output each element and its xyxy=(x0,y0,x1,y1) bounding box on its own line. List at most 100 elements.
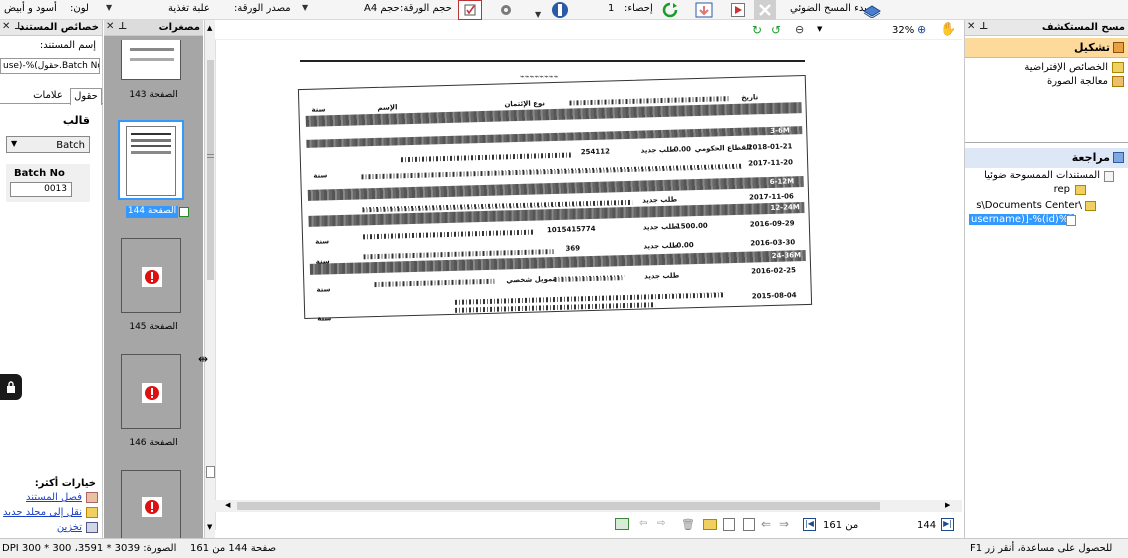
chevron-down-icon[interactable]: ▼ xyxy=(106,3,112,12)
insert-page-icon[interactable] xyxy=(743,518,755,531)
move-left-icon[interactable]: ⇐ xyxy=(761,517,771,531)
horizontal-scrollbar[interactable]: ◀ ▶ xyxy=(215,500,962,512)
tree-item-scanned-docs[interactable]: المستندات الممسوحة ضوئيا xyxy=(984,170,1100,181)
close-icon[interactable] xyxy=(754,0,776,20)
review-section-header[interactable]: مراجعة xyxy=(965,148,1128,168)
page-navigation-bar: ⇦ ⇨ 🗑 ⇐ ⇒ |◀ من 161 144 ▶| xyxy=(215,516,962,536)
first-page-icon[interactable]: |◀ xyxy=(803,518,816,531)
arrow-left-icon[interactable]: ⇦ xyxy=(639,518,647,529)
zoom-in-icon[interactable]: ⊕ xyxy=(917,23,926,36)
chevron-down-icon[interactable]: ▼ xyxy=(302,3,308,12)
thumbnail-label: الصفحة 143 xyxy=(129,90,178,100)
lock-icon[interactable] xyxy=(0,374,22,400)
thumbnail-143[interactable] xyxy=(121,40,181,80)
review-icon xyxy=(1113,152,1124,163)
config-item[interactable]: معالجة الصورة xyxy=(1047,76,1108,87)
row-amount: 0.00 xyxy=(673,145,692,154)
zoom-level[interactable]: 32% xyxy=(892,25,914,36)
rotate-right-icon[interactable]: ↻ xyxy=(752,23,762,37)
hand-icon[interactable]: ✋ xyxy=(940,22,956,37)
scanned-page: سنة الإسم نوع الإئتمان تاريخ 3-6M سنة 25… xyxy=(297,74,813,323)
folder-open-icon[interactable] xyxy=(703,519,717,530)
row-year: سنة xyxy=(315,237,330,246)
row-type: تمويل شخصي xyxy=(506,275,556,285)
scroll-position[interactable] xyxy=(206,466,215,478)
tree-item-selected[interactable]: username)]-%(id)%] xyxy=(969,214,1075,225)
folder-icon xyxy=(1075,185,1086,195)
thumbnail-scrollbar[interactable]: ▲ ▼ xyxy=(204,20,215,538)
doc-name-input[interactable]: use)-%(حقول.Batch No) xyxy=(0,58,100,74)
scanner-mode-icon[interactable] xyxy=(548,0,572,20)
move-right-icon[interactable]: ⇒ xyxy=(779,517,789,531)
tree-item-rep[interactable]: rep xyxy=(1054,184,1070,195)
close-icon[interactable]: ✕ xyxy=(106,21,114,32)
split-document-link[interactable]: فصل المستند xyxy=(26,492,82,503)
close-icon[interactable]: ✕ xyxy=(2,21,10,32)
config-section-header[interactable]: تشكيل xyxy=(965,38,1128,58)
scroll-thumb[interactable] xyxy=(237,502,880,510)
doc-type-header: نوع الإئتمان xyxy=(504,99,546,109)
chevron-right-icon[interactable]: ▶ xyxy=(945,501,950,509)
document-viewer: ↻ ↺ ⊖ ▼ 32% ⊕ ✋ ⌁⌁⌁⌁⌁⌁⌁⌁ سنة الإسم نوع ا… xyxy=(215,20,962,538)
group-label: 6-12M xyxy=(769,177,795,186)
config-item[interactable]: الخصائص الإفتراضية xyxy=(1024,62,1108,73)
source-value[interactable]: علبة تغذية xyxy=(168,3,210,14)
new-page-icon[interactable] xyxy=(723,518,735,531)
thumbnail-147[interactable] xyxy=(121,470,181,538)
review-header-label: مراجعة xyxy=(1071,151,1110,164)
row-date: 2015-08-04 xyxy=(751,291,797,301)
chevron-left-icon[interactable]: ◀ xyxy=(225,501,230,509)
tab-bookmarks[interactable]: علامات xyxy=(28,90,68,101)
template-select[interactable]: ▼ Batch xyxy=(6,136,90,153)
gear-icon xyxy=(1113,42,1124,53)
refresh-icon[interactable] xyxy=(660,0,680,20)
error-icon xyxy=(145,270,159,284)
close-icon[interactable]: ✕ xyxy=(967,21,975,32)
row-status: طلب جديد xyxy=(644,271,680,281)
tab-fields[interactable]: حقول xyxy=(70,88,102,105)
chevron-down-icon[interactable]: ▼ xyxy=(817,25,822,33)
trash-icon[interactable]: 🗑 xyxy=(681,518,695,531)
size-value[interactable]: حجم A4 xyxy=(364,3,400,14)
chevron-down-icon[interactable]: ▼ xyxy=(535,10,541,19)
scroll-thumb[interactable] xyxy=(207,60,214,280)
pin-icon[interactable]: ⊥ xyxy=(118,21,127,32)
zoom-out-icon[interactable]: ⊖ xyxy=(795,23,804,36)
play-icon[interactable] xyxy=(728,0,748,20)
row-date: 2016-09-29 xyxy=(749,219,795,229)
panel-title: مصغرات xyxy=(158,22,200,33)
chevron-down-icon: ▼ xyxy=(11,139,18,148)
row-status: طلب جديد xyxy=(642,222,679,232)
download-icon[interactable] xyxy=(692,0,716,20)
checkbox-icon[interactable] xyxy=(458,0,482,20)
thumbnail-144-selected[interactable] xyxy=(118,120,184,200)
panel-header: ✕ ⊥ خصائص المستند xyxy=(0,20,102,36)
move-folder-link[interactable]: نقل إلى مجلد جديد xyxy=(3,507,82,518)
chevron-up-icon[interactable]: ▲ xyxy=(207,24,212,32)
last-page-icon[interactable]: ▶| xyxy=(941,518,954,531)
tree-item-documents-center[interactable]: s\Documents Center\ xyxy=(976,200,1082,211)
page-number-input[interactable]: 144 xyxy=(917,520,936,531)
document-icon xyxy=(1104,171,1114,182)
save-link[interactable]: تخزين xyxy=(57,522,82,533)
thumbnails-panel: ✕ ⊥ مصغرات الصفحة 143 الصفحة 144 الصفحة … xyxy=(104,20,203,538)
template-value: Batch xyxy=(56,140,85,151)
thumbnail-146[interactable] xyxy=(121,354,181,429)
thumbnail-145[interactable] xyxy=(121,238,181,313)
arrow-right-icon[interactable]: ⇨ xyxy=(657,518,665,529)
gear-icon[interactable] xyxy=(494,0,518,20)
row-ref: 369 xyxy=(565,244,581,253)
scan-icon[interactable] xyxy=(860,0,884,20)
chevron-down-icon[interactable]: ▼ xyxy=(207,523,212,531)
rotate-left-icon[interactable]: ↺ xyxy=(771,23,781,37)
user-icon[interactable] xyxy=(615,518,629,530)
field-label: Batch No xyxy=(14,168,65,179)
row-amount: 0.00 xyxy=(676,241,694,250)
document-icon xyxy=(1066,215,1076,226)
color-value[interactable]: أسود و أبيض xyxy=(4,3,57,14)
pin-icon[interactable]: ⊥ xyxy=(979,21,988,32)
image-processing-icon xyxy=(1112,76,1124,87)
batch-no-input[interactable]: 0013 xyxy=(10,182,72,197)
row-date: 2016-02-25 xyxy=(751,266,797,276)
start-scan-label[interactable]: بدء المسح الضوئي xyxy=(790,3,867,14)
